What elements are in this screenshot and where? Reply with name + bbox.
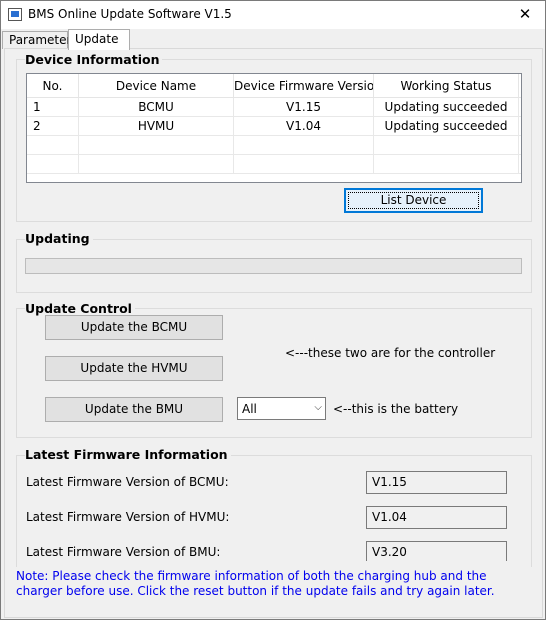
update-bmu-button[interactable]: Update the BMU [45, 397, 223, 422]
empty-row [27, 136, 521, 155]
cell-firmware-version: V1.04 [234, 117, 374, 136]
cell-no: 1 [27, 98, 79, 117]
cell-working-status: Updating succeeded [374, 117, 519, 136]
list-device-button[interactable]: List Device [344, 188, 483, 213]
bmu-select-value: All [242, 402, 257, 416]
empty-row [27, 155, 521, 174]
bmu-firmware-label: Latest Firmware Version of BMU: [26, 545, 221, 559]
update-note: Note: Please check the firmware informat… [16, 569, 495, 598]
device-information-title: Device Information [25, 52, 163, 67]
tab-update[interactable]: Update [68, 29, 130, 50]
column-header-device-name[interactable]: Device Name [79, 74, 234, 98]
column-header-working-status[interactable]: Working Status [374, 74, 519, 98]
title-bar: BMS Online Update Software V1.5 ✕ [1, 1, 545, 29]
close-icon[interactable]: ✕ [505, 1, 545, 29]
cell-no: 2 [27, 117, 79, 136]
bmu-firmware-field: V3.20 [366, 541, 507, 561]
chevron-down-icon[interactable]: ⌵ [314, 402, 322, 413]
update-control-title: Update Control [25, 301, 135, 316]
battery-note: <--this is the battery [333, 402, 459, 416]
column-header-no[interactable]: No. [27, 74, 79, 98]
bmu-select[interactable]: All ⌵ [237, 397, 326, 420]
device-list-header: No. Device Name Device Firmware Version … [27, 74, 521, 98]
cell-device-name: HVMU [79, 117, 234, 136]
bcmu-firmware-label: Latest Firmware Version of BCMU: [26, 475, 229, 489]
device-list[interactable]: No. Device Name Device Firmware Version … [26, 73, 522, 183]
hvmu-firmware-label: Latest Firmware Version of HVMU: [26, 510, 230, 524]
cell-working-status: Updating succeeded [374, 98, 519, 117]
table-row[interactable]: 1 BCMU V1.15 Updating succeeded [27, 98, 521, 117]
update-bcmu-button[interactable]: Update the BCMU [45, 315, 223, 340]
cell-device-name: BCMU [79, 98, 234, 117]
app-window: BMS Online Update Software V1.5 ✕ Parame… [0, 0, 546, 620]
controller-note: <---these two are for the controller [285, 346, 496, 360]
tab-parameter[interactable]: Parameter [2, 31, 71, 49]
cell-firmware-version: V1.15 [234, 98, 374, 117]
app-window-icon [8, 8, 22, 21]
update-hvmu-button[interactable]: Update the HVMU [45, 356, 223, 381]
column-header-firmware-version[interactable]: Device Firmware Version [234, 74, 374, 98]
hvmu-firmware-field: V1.04 [366, 506, 507, 529]
window-title: BMS Online Update Software V1.5 [28, 7, 232, 21]
bcmu-firmware-field: V1.15 [366, 471, 507, 494]
latest-firmware-title: Latest Firmware Information [25, 447, 231, 462]
table-row[interactable]: 2 HVMU V1.04 Updating succeeded [27, 117, 521, 136]
update-progress-bar [25, 258, 522, 274]
updating-title: Updating [25, 231, 93, 246]
